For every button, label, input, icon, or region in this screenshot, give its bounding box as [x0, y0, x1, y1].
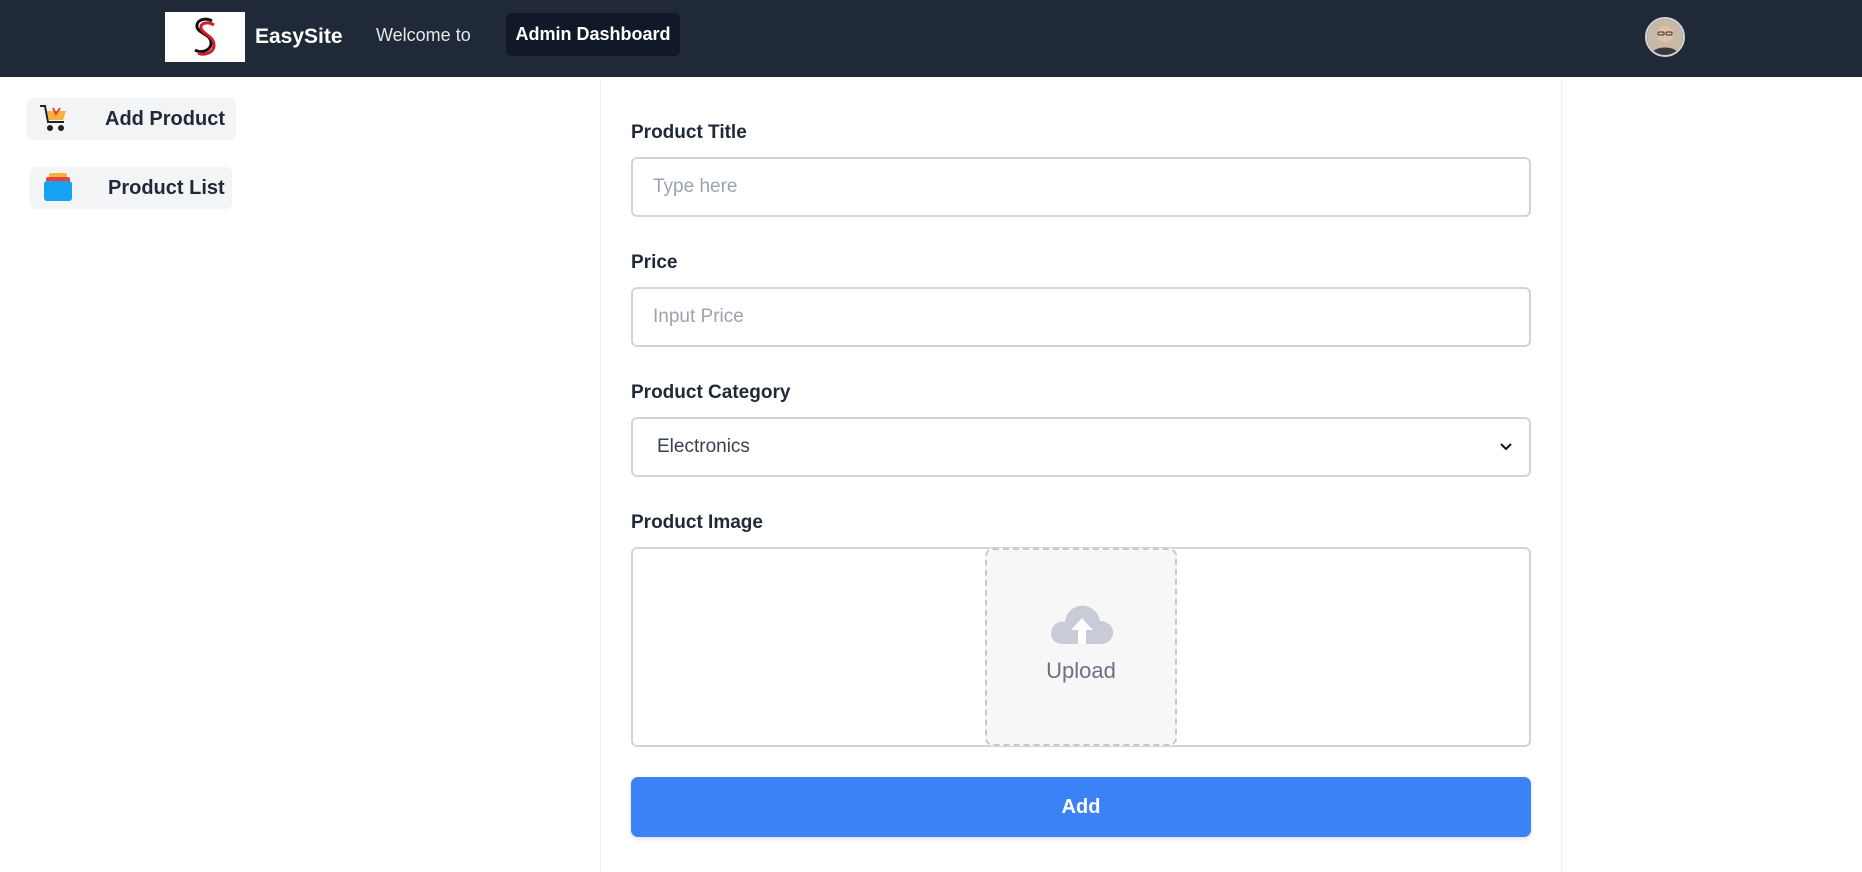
s-logo-icon [194, 17, 216, 56]
product-category-label: Product Category [631, 382, 791, 403]
price-label: Price [631, 252, 678, 273]
user-avatar[interactable] [1645, 17, 1685, 57]
logo[interactable] [165, 12, 245, 62]
product-category-select[interactable]: Electronics [631, 417, 1531, 477]
welcome-text: Welcome to [376, 25, 471, 45]
selected-category: Electronics [657, 436, 750, 457]
admin-dashboard-button[interactable]: Admin Dashboard [506, 13, 680, 56]
product-image-label: Product Image [631, 512, 763, 533]
cloud-upload-icon [1051, 605, 1114, 644]
sidebar-item-add-product[interactable]: Add Product [27, 98, 236, 140]
brand-name[interactable]: EasySite [255, 25, 343, 49]
stack-icon [44, 173, 72, 201]
product-title-input[interactable] [631, 157, 1531, 217]
price-input[interactable] [631, 287, 1531, 347]
upload-text: Upload [1046, 658, 1116, 683]
sidebar-item-label: Add Product [105, 108, 225, 130]
product-title-label: Product Title [631, 122, 747, 143]
chevron-down-icon [1500, 443, 1512, 451]
upload-button[interactable]: Upload [985, 548, 1177, 746]
sidebar-item-product-list[interactable]: Product List [30, 167, 232, 209]
shopping-cart-icon [40, 105, 66, 131]
add-button[interactable]: Add [631, 777, 1531, 837]
sidebar-item-label: Product List [108, 177, 225, 199]
